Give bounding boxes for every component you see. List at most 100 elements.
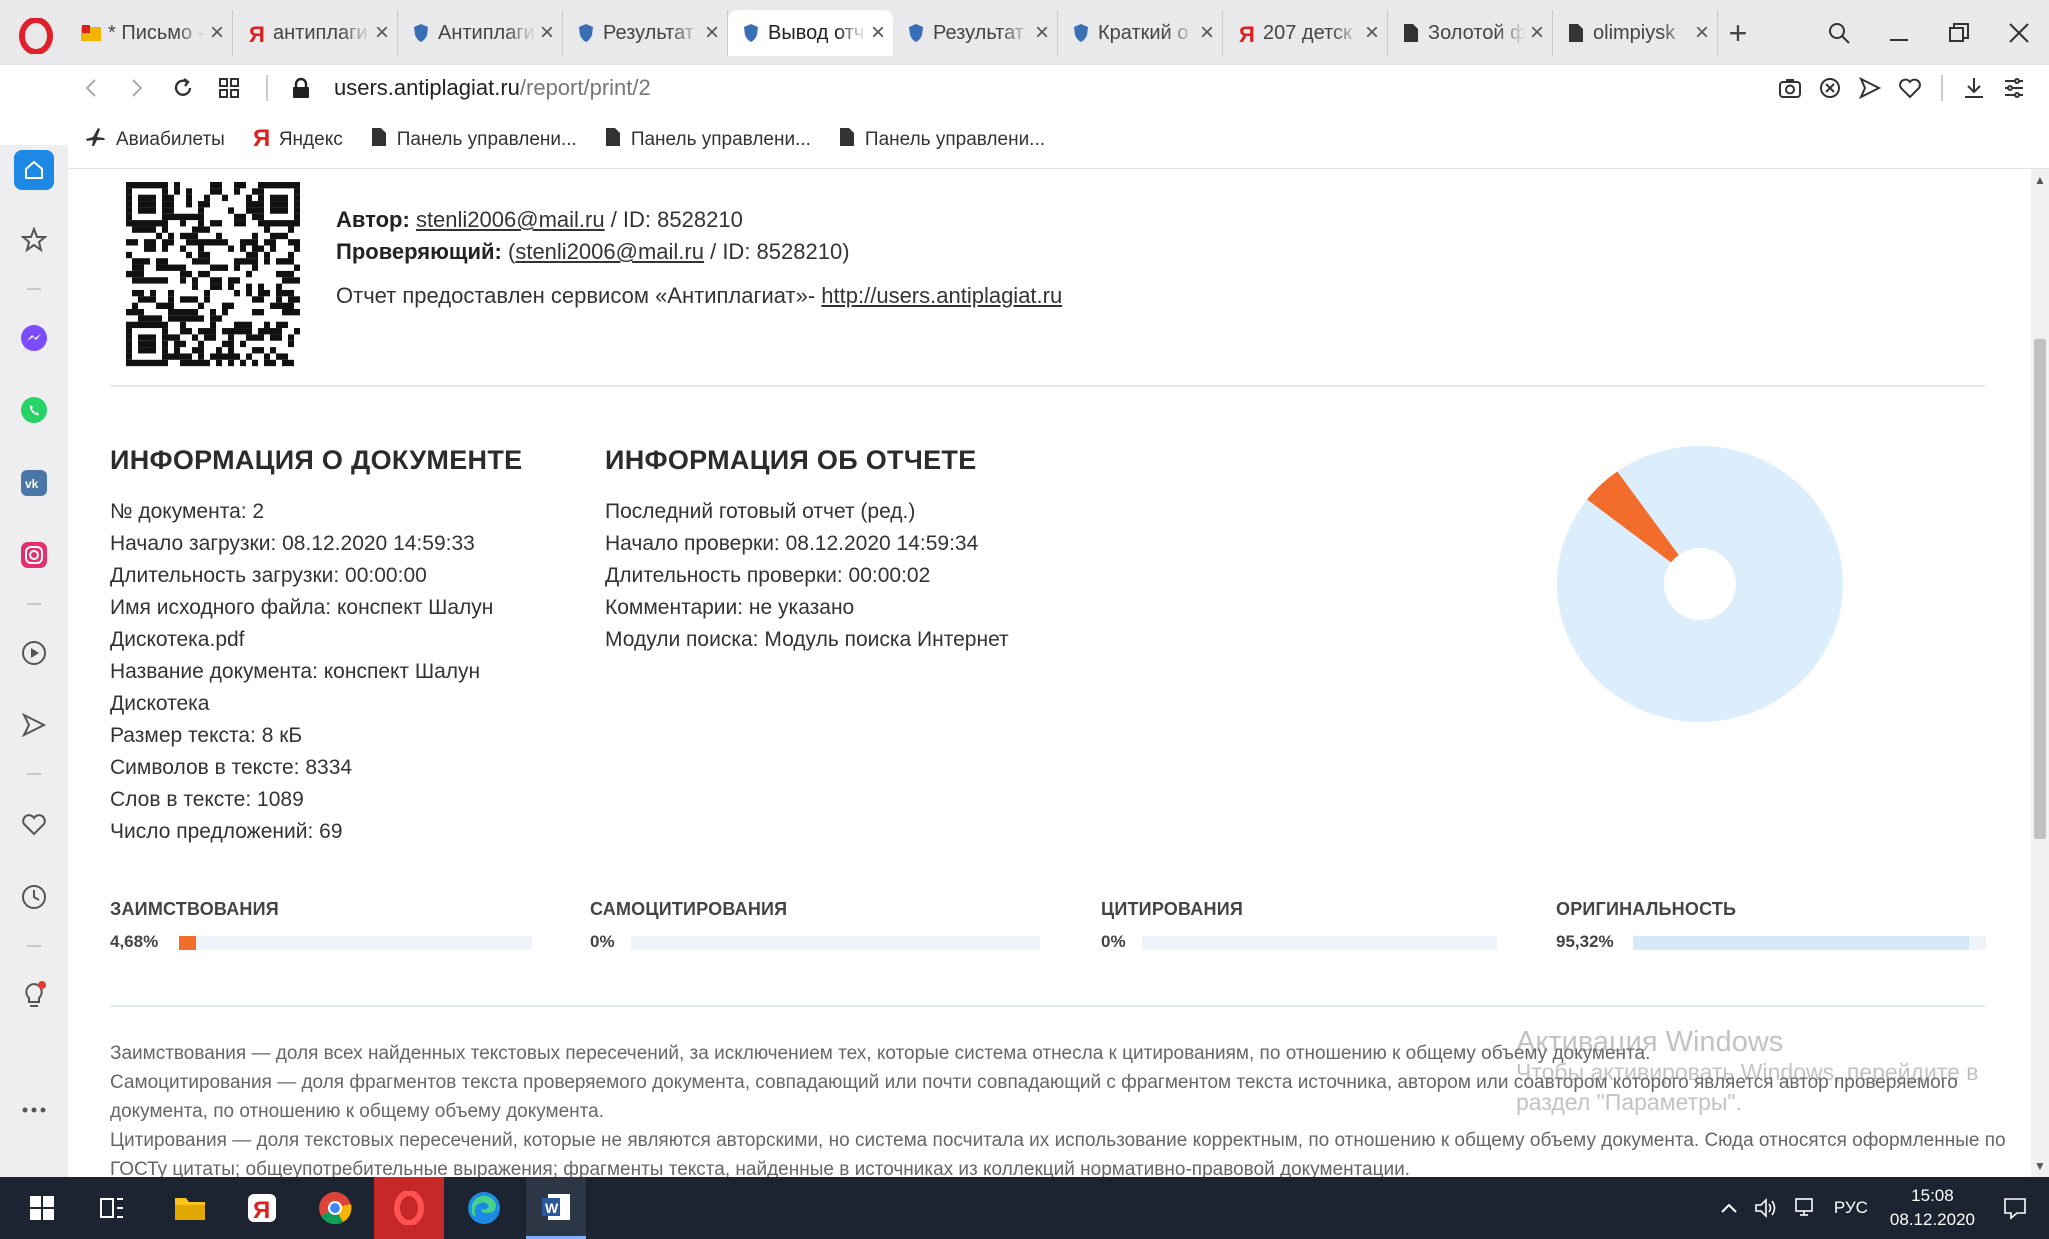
qr-module xyxy=(288,309,294,316)
tab-3[interactable]: Результат × xyxy=(563,10,728,56)
tab-5[interactable]: Результат × xyxy=(893,10,1058,56)
instagram-icon[interactable] xyxy=(14,535,54,575)
vk-icon[interactable]: vk xyxy=(14,463,54,503)
tab-6[interactable]: Краткий о × xyxy=(1058,10,1223,56)
scroll-up-arrow-icon[interactable]: ▲ xyxy=(2031,171,2049,189)
easy-setup-icon[interactable] xyxy=(1997,71,2031,105)
whatsapp-icon[interactable] xyxy=(14,390,54,430)
qr-module xyxy=(264,220,270,227)
antiplagiat-link[interactable]: http://users.antiplagiat.ru xyxy=(821,283,1062,308)
qr-module xyxy=(282,277,288,284)
home-icon[interactable] xyxy=(14,150,54,190)
back-button[interactable] xyxy=(68,65,114,111)
qr-module xyxy=(294,239,300,246)
chrome-icon[interactable] xyxy=(305,1177,365,1239)
heart-icon[interactable] xyxy=(1893,71,1927,105)
opera-taskbar-icon[interactable] xyxy=(374,1177,444,1239)
adblock-icon[interactable] xyxy=(1813,71,1847,105)
tab-2[interactable]: Антиплаги × xyxy=(398,10,563,56)
author-email-link[interactable]: stenli2006@mail.ru xyxy=(416,207,605,232)
doc-info-title: ИНФОРМАЦИЯ О ДОКУМЕНТЕ xyxy=(110,445,523,475)
qr-module xyxy=(132,226,138,233)
tab-0[interactable]: * Письмо - × xyxy=(68,10,233,56)
lock-icon[interactable] xyxy=(278,65,324,111)
bookmark-yandex[interactable]: Я Яндекс xyxy=(253,125,343,155)
yandex-browser-icon[interactable]: Я xyxy=(232,1177,292,1239)
qr-module xyxy=(198,258,204,265)
minimize-button[interactable] xyxy=(1869,0,1929,65)
tab-search-icon[interactable] xyxy=(1809,0,1869,65)
file-explorer-icon[interactable] xyxy=(160,1177,220,1239)
close-icon[interactable]: × xyxy=(1365,19,1379,47)
bookmark-label: Яндекс xyxy=(278,128,343,150)
close-icon[interactable]: × xyxy=(1200,19,1214,47)
close-icon[interactable]: × xyxy=(1530,19,1544,47)
tab-7[interactable]: Я 207 детск × xyxy=(1223,10,1388,56)
reviewer-email-link[interactable]: stenli2006@mail.ru xyxy=(515,239,704,264)
close-icon[interactable]: × xyxy=(540,19,554,47)
qr-module xyxy=(150,321,156,329)
url-field[interactable]: users.antiplagiat.ru/report/print/2 xyxy=(334,75,651,101)
network-icon[interactable] xyxy=(1786,1197,1826,1219)
history-icon[interactable] xyxy=(14,877,54,917)
star-icon[interactable] xyxy=(14,220,54,260)
heart-icon[interactable] xyxy=(14,805,54,845)
bookmark-panel-3[interactable]: Панель управлени... xyxy=(839,127,1045,153)
close-icon[interactable]: × xyxy=(1035,19,1049,47)
bookmark-panel-1[interactable]: Панель управлени... xyxy=(371,127,577,153)
reload-button[interactable] xyxy=(160,65,206,111)
taskbar-clock[interactable]: 15:08 08.12.2020 xyxy=(1876,1184,1989,1232)
opera-logo-icon[interactable] xyxy=(18,18,54,54)
tray-chevron-up-icon[interactable] xyxy=(1712,1202,1746,1214)
scroll-thumb[interactable] xyxy=(2034,339,2046,839)
qr-code-image xyxy=(126,182,300,367)
tab-grid-icon[interactable] xyxy=(206,65,252,111)
task-view-icon[interactable] xyxy=(82,1177,142,1239)
close-window-button[interactable] xyxy=(1989,0,2049,65)
qr-module xyxy=(282,194,288,202)
send-icon[interactable] xyxy=(1853,71,1887,105)
bookmark-aviabilety[interactable]: Авиабилеты xyxy=(84,126,225,154)
close-icon[interactable]: × xyxy=(705,19,719,47)
tips-bulb-icon[interactable] xyxy=(14,975,54,1015)
download-icon[interactable] xyxy=(1957,71,1991,105)
qr-module xyxy=(246,258,252,265)
player-icon[interactable] xyxy=(14,633,54,673)
windows-start-icon[interactable] xyxy=(12,1177,72,1239)
notifications-icon[interactable] xyxy=(1989,1196,2049,1220)
forward-button[interactable] xyxy=(114,65,160,111)
qr-module xyxy=(204,296,210,303)
close-icon[interactable]: × xyxy=(1695,19,1709,47)
qr-module xyxy=(144,239,150,246)
qr-module xyxy=(198,220,204,227)
qr-module xyxy=(126,182,132,189)
qr-module xyxy=(180,309,186,316)
browser-tab-strip: * Письмо - × Я антиплаги × Антиплаги × Р… xyxy=(0,0,2049,65)
new-tab-button[interactable]: + xyxy=(1718,10,1758,56)
restore-button[interactable] xyxy=(1929,0,1989,65)
bookmark-panel-2[interactable]: Панель управлени... xyxy=(605,127,811,153)
qr-module xyxy=(192,232,198,240)
close-icon[interactable]: × xyxy=(871,19,885,47)
more-options-icon[interactable] xyxy=(14,1090,54,1130)
close-icon[interactable]: × xyxy=(210,19,224,47)
camera-icon[interactable] xyxy=(1773,71,1807,105)
flow-send-icon[interactable] xyxy=(14,705,54,745)
provided-text: Отчет предоставлен сервисом «Антиплагиат… xyxy=(336,283,822,308)
close-icon[interactable]: × xyxy=(375,19,389,47)
scroll-down-arrow-icon[interactable]: ▼ xyxy=(2031,1157,2049,1175)
tab-8[interactable]: Золотой ф × xyxy=(1388,10,1553,56)
tab-9[interactable]: olimpiysk × xyxy=(1553,10,1718,56)
page-scrollbar[interactable]: ▲ ▼ xyxy=(2031,169,2049,1177)
edge-icon[interactable] xyxy=(454,1177,514,1239)
language-indicator[interactable]: РУС xyxy=(1826,1198,1876,1218)
word-icon[interactable]: W xyxy=(526,1177,586,1239)
qr-module xyxy=(168,201,174,208)
volume-icon[interactable] xyxy=(1746,1197,1786,1219)
tab-4-active[interactable]: Вывод отч × xyxy=(728,10,893,56)
qr-module xyxy=(186,194,192,202)
messenger-icon[interactable] xyxy=(14,318,54,358)
tab-1[interactable]: Я антиплаги × xyxy=(233,10,398,56)
bookmark-label: Авиабилеты xyxy=(116,128,225,150)
qr-module xyxy=(276,258,282,265)
